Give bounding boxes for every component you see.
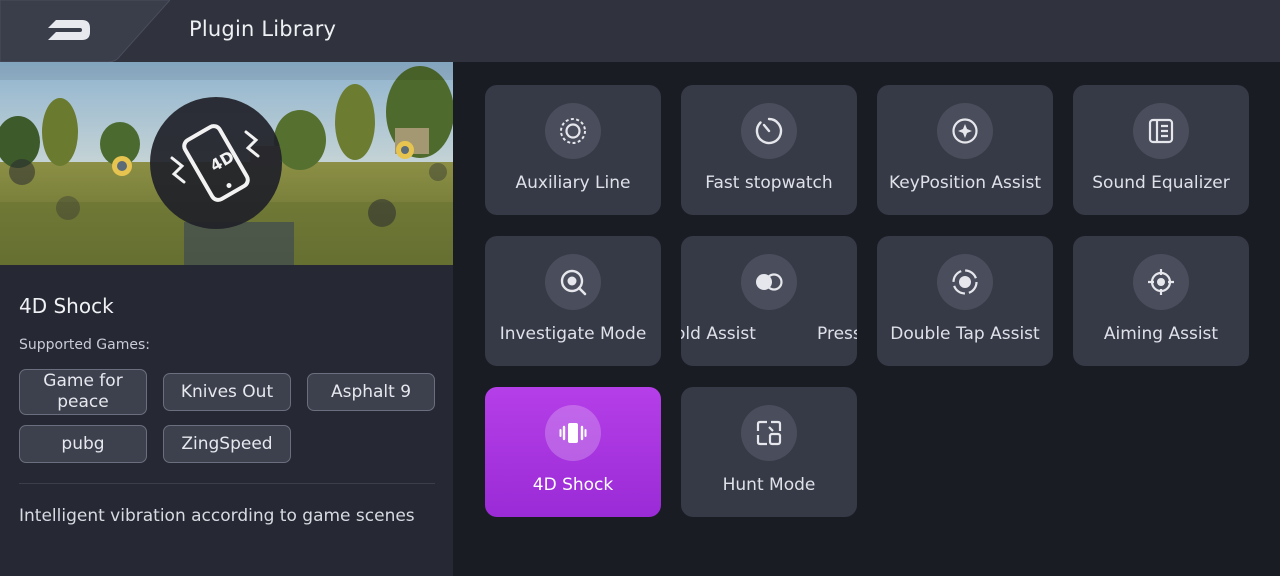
plugin-tile-label: Aiming Assist xyxy=(1103,324,1219,344)
game-chip[interactable]: pubg xyxy=(19,425,147,463)
page-title: Plugin Library xyxy=(189,17,337,41)
plugin-tile-keyposition-assist[interactable]: KeyPosition Assist xyxy=(877,85,1053,215)
game-chip-label: Game for peace xyxy=(43,371,123,412)
game-chip-label: Knives Out xyxy=(180,381,274,402)
game-chip[interactable]: Knives Out xyxy=(163,373,291,411)
plugin-tile-label: Auxiliary Line xyxy=(515,173,631,193)
header-bar: Plugin Library xyxy=(0,0,1280,62)
double-tap-icon xyxy=(937,254,993,310)
plugin-tile-fast-stopwatch[interactable]: Fast stopwatch xyxy=(681,85,857,215)
game-chip[interactable]: ZingSpeed xyxy=(163,425,291,463)
supported-games-label: Supported Games: xyxy=(19,337,150,353)
game-chip-label: Asphalt 9 xyxy=(330,381,412,402)
stopwatch-icon xyxy=(741,103,797,159)
equalizer-icon xyxy=(1133,103,1189,159)
vibrate-icon xyxy=(545,405,601,461)
plugin-tile-hunt-mode[interactable]: Hunt Mode xyxy=(681,387,857,517)
plugin-tile-label: Hunt Mode xyxy=(722,475,816,495)
plugin-name: 4D Shock xyxy=(19,294,114,318)
game-chip-label: pubg xyxy=(61,433,105,454)
plugin-tile-label: 4D Shock xyxy=(532,475,614,495)
plugin-tile-label: KeyPosition Assist xyxy=(888,173,1041,193)
plugin-tile-4d-shock[interactable]: 4D Shock xyxy=(485,387,661,517)
aim-icon xyxy=(1133,254,1189,310)
toggle-circles-icon xyxy=(741,254,797,310)
plugin-tile-label: Fast stopwatch xyxy=(705,173,833,193)
plugin-tile-investigate-mode[interactable]: Investigate Mode xyxy=(485,236,661,366)
plugin-tile-hold-assist[interactable]: old Assist Press xyxy=(681,236,857,366)
plugin-tile-double-tap-assist[interactable]: Double Tap Assist xyxy=(877,236,1053,366)
game-chip[interactable]: Asphalt 9 xyxy=(307,373,435,411)
game-preview-image: 4D xyxy=(0,62,453,265)
divider xyxy=(19,483,435,484)
plugin-tile-auxiliary-line[interactable]: Auxiliary Line xyxy=(485,85,661,215)
ring-target-icon xyxy=(545,103,601,159)
back-arrow-icon xyxy=(48,20,90,40)
plugin-tile-label: Sound Equalizer xyxy=(1092,173,1230,193)
plugin-description: Intelligent vibration according to game … xyxy=(19,506,415,526)
plugin-tile-aiming-assist[interactable]: Aiming Assist xyxy=(1073,236,1249,366)
plugin-tile-label-overflow: Press xyxy=(817,324,857,344)
plugin-tile-label: Investigate Mode xyxy=(499,324,647,344)
back-button[interactable] xyxy=(0,0,170,62)
hunt-mode-icon xyxy=(741,405,797,461)
plugin-tile-sound-equalizer[interactable]: Sound Equalizer xyxy=(1073,85,1249,215)
game-chip[interactable]: Game for peace xyxy=(19,369,147,415)
magnifier-icon xyxy=(545,254,601,310)
game-chip-label: ZingSpeed xyxy=(181,433,273,454)
plugin-tile-label: Double Tap Assist xyxy=(890,324,1040,344)
crosshair-diamond-icon xyxy=(937,103,993,159)
plugin-detail-panel: 4D 4D Shock Supported Games: Game for pe… xyxy=(0,62,453,576)
plugin-library-screen: Plugin Library 4D 4D Shock Supported Gam… xyxy=(0,0,1280,576)
